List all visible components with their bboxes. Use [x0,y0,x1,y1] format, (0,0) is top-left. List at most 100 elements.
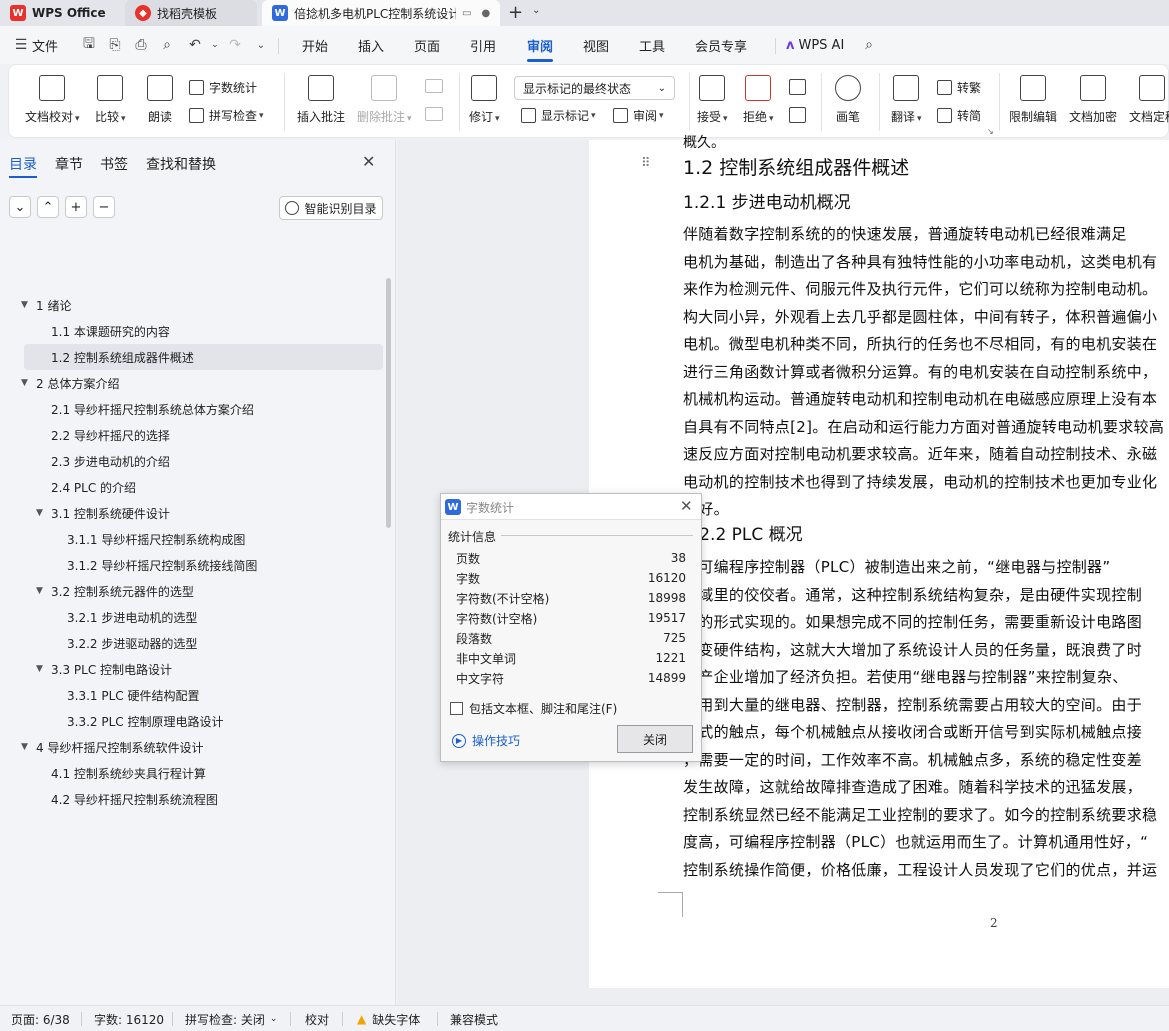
toc-item[interactable]: 1.1 本课题研究的内容 [51,318,170,344]
toc-item[interactable]: 3.2.1 步进电动机的选型 [67,604,197,630]
tab-docer-templates[interactable]: ◆ 找稻壳模板 [125,0,257,26]
spell-check-indicator[interactable]: 拼写检查: 关闭 ⌄ [185,1006,277,1031]
toc-item[interactable]: 3.3.2 PLC 控制原理电路设计 [67,708,223,734]
translate-button[interactable]: 翻译 ▾ [891,75,922,125]
toc-item[interactable]: 2.2 导纱杆摇尺的选择 [51,422,170,448]
close-pane-icon[interactable]: ✕ [362,152,375,171]
toc-item[interactable]: 3.1.1 导纱杆摇尺控制系统构成图 [67,526,245,552]
toc-item[interactable]: ▼ 1 绪论 [21,292,71,318]
more-quick-access-icon[interactable]: ⌄ [250,26,272,64]
unsaved-dot-icon[interactable]: ● [481,8,490,19]
expand-triangle-icon[interactable]: ▼ [21,742,28,752]
toc-item[interactable]: 4.1 控制系统纱夹具行程计算 [51,760,206,786]
nav-tab-find-replace[interactable]: 查找和替换 [146,154,216,174]
spell-check-button[interactable]: 拼写检查 ▾ [189,107,264,124]
tab-references[interactable]: 引用 [470,26,496,64]
tab-tools[interactable]: 工具 [639,26,665,64]
review-pane-button[interactable]: 审阅 ▾ [613,107,664,124]
toc-item[interactable]: 4.2 导纱杆摇尺控制系统流程图 [51,786,218,812]
nav-tab-toc[interactable]: 目录 [9,154,37,174]
expand-triangle-icon[interactable]: ▼ [36,586,43,596]
tab-document[interactable]: W 倍捻机多电机PLC控制系统设计 ▭ ● [262,0,500,26]
toc-item[interactable]: 2.4 PLC 的介绍 [51,474,136,500]
expand-triangle-icon[interactable]: ▼ [36,508,43,518]
insert-comment-button[interactable]: 插入批注 [297,75,345,125]
stat-value: 18998 [647,591,686,605]
new-tab-plus-icon[interactable]: + [508,2,523,23]
toc-item[interactable]: 3.2.2 步进驱动器的选型 [67,630,197,656]
monitor-icon[interactable]: ▭ [462,8,471,19]
expand-up-icon[interactable]: ⌃ [37,196,59,218]
read-aloud-button[interactable]: 朗读 [147,75,173,125]
page-indicator[interactable]: 页面: 6/38 [11,1006,70,1031]
toc-item[interactable]: ▼ 3.1 控制系统硬件设计 [36,500,170,526]
proofread-button[interactable]: 校对 [305,1006,329,1031]
search-icon[interactable]: ⌕ [858,26,880,64]
collapse-all-icon[interactable]: ⌄ [9,196,31,218]
remove-heading-icon[interactable]: − [93,196,115,218]
show-markup-button[interactable]: 显示标记 ▾ [521,107,596,124]
simplified-icon [937,108,952,123]
undo-dropdown-icon[interactable]: ⌄ [204,26,226,64]
close-icon[interactable]: ✕ [680,497,693,515]
nav-tab-chapters[interactable]: 章节 [55,154,83,174]
add-heading-icon[interactable]: + [65,196,87,218]
include-textbox-checkbox[interactable]: 包括文本框、脚注和尾注(F) [450,700,617,717]
reject-button[interactable]: 拒绝 ▾ [743,75,774,125]
word-count-button[interactable]: 字数统计 [189,79,257,96]
close-button[interactable]: 关闭 [617,725,693,753]
accept-button[interactable]: 接受 ▾ [697,75,728,125]
next-change-icon[interactable] [789,107,806,123]
tab-review[interactable]: 审阅 [527,26,554,64]
undo-icon[interactable]: ↶ [184,26,206,64]
drag-handle-icon[interactable]: ⠿ [641,156,650,171]
paragraph-line: 电机为基础，制造出了各种具有独特性能的小功率电动机，这类电机有 [683,252,1158,271]
word-count-indicator[interactable]: 字数: 16120 [94,1006,164,1031]
track-changes-button[interactable]: 修订 ▾ [469,75,500,125]
missing-font-button[interactable]: ▲ 缺失字体 [357,1006,420,1031]
smart-toc-button[interactable]: 智能识别目录 [279,196,383,220]
file-menu[interactable]: 文件 [32,26,58,64]
toc-item[interactable]: ▼ 3.2 控制系统元器件的选型 [36,578,194,604]
tab-home[interactable]: 开始 [302,26,328,64]
finalize-button[interactable]: 文档定稿 [1129,75,1169,125]
encrypt-button[interactable]: 文档加密 [1069,75,1117,125]
toc-scrollbar[interactable] [386,278,391,528]
pen-button[interactable]: 画笔 [835,75,861,125]
toc-item[interactable]: 1.2 控制系统组成器件概述 [24,344,383,370]
hamburger-menu-icon[interactable]: ☰ [10,26,32,64]
wps-ai-button[interactable]: ʌ WPS AI [786,26,844,64]
print-icon[interactable]: ⎙ [130,26,152,64]
toc-item[interactable]: 2.1 导纱杆摇尺控制系统总体方案介绍 [51,396,254,422]
doc-check-button[interactable]: 文档校对 ▾ [25,75,80,125]
toc-item[interactable]: ▼ 2 总体方案介绍 [21,370,119,396]
save-icon[interactable]: 🖫 [78,26,100,64]
review-pane-icon [613,108,628,123]
tab-view[interactable]: 视图 [583,26,609,64]
tab-member[interactable]: 会员专享 [695,26,747,64]
restrict-edit-button[interactable]: 限制编辑 [1009,75,1057,125]
markup-state-select[interactable]: 显示标记的最终状态 ⌄ [514,76,675,100]
nav-tab-bookmarks[interactable]: 书签 [100,154,128,174]
toc-item[interactable]: ▼ 4 导纱杆摇尺控制系统软件设计 [21,734,203,760]
export-icon[interactable]: ⎘ [104,26,126,64]
print-preview-icon[interactable]: ⌕ [156,26,178,64]
toc-item[interactable]: 2.3 步进电动机的介绍 [51,448,170,474]
to-traditional-button[interactable]: 转繁 [937,79,981,96]
toc-item[interactable]: 3.3.1 PLC 硬件结构配置 [67,682,199,708]
tab-insert[interactable]: 插入 [358,26,384,64]
tab-wps-office[interactable]: W WPS Office [0,0,118,26]
tab-page[interactable]: 页面 [414,26,440,64]
expand-triangle-icon[interactable]: ▼ [21,378,28,388]
to-simplified-button[interactable]: 转简 [937,107,981,124]
tips-link[interactable]: ▶ 操作技巧 [452,732,520,749]
expand-group-icon[interactable]: ↘ [987,127,994,136]
compare-label: 比较 [95,110,120,124]
toc-item[interactable]: 3.1.2 导纱杆摇尺控制系统接线简图 [67,552,257,578]
tab-list-chevron-icon[interactable]: ⌄ [532,5,540,16]
compare-button[interactable]: 比较 ▾ [95,75,126,125]
previous-change-icon[interactable] [789,79,806,95]
toc-item[interactable]: ▼ 3.3 PLC 控制电路设计 [36,656,172,682]
expand-triangle-icon[interactable]: ▼ [36,664,43,674]
expand-triangle-icon[interactable]: ▼ [21,300,28,310]
